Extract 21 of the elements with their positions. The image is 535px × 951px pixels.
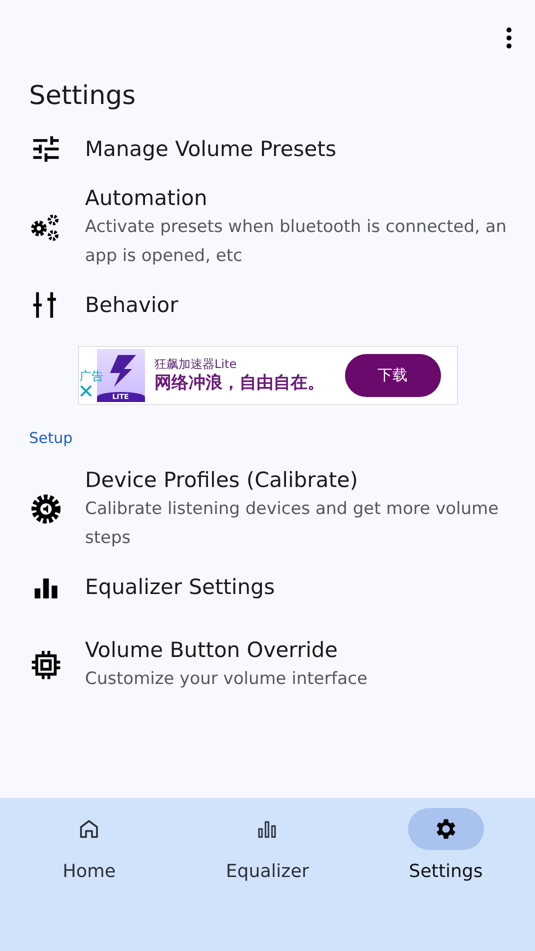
more-options-icon[interactable] xyxy=(505,26,513,50)
page-title: Settings xyxy=(29,80,137,113)
ad-label: 广告 xyxy=(80,369,104,383)
section-header: Setup xyxy=(28,428,74,449)
setting-title[interactable]: Volume Button Override xyxy=(85,635,368,665)
nav-tab[interactable]: Settings xyxy=(356,808,535,951)
close-icon[interactable] xyxy=(80,384,92,397)
speaker-gear-icon xyxy=(29,492,63,526)
nav-tab[interactable]: Home xyxy=(0,808,178,951)
setting-description: Activate presets when bluetooth is connected, an app is opened, etc xyxy=(85,216,508,268)
setting-title[interactable]: Manage Volume Presets xyxy=(85,134,336,164)
setting-title[interactable]: Device Profiles (Calibrate) xyxy=(85,464,513,494)
nav-tab[interactable]: Equalizer xyxy=(178,808,357,951)
setting-title[interactable]: Automation xyxy=(85,183,513,213)
setting-title[interactable]: Equalizer Settings xyxy=(85,572,275,602)
setting-description: Customize your volume interface xyxy=(85,668,368,691)
setting-title[interactable]: Behavior xyxy=(85,290,178,320)
ad-app-name: 狂飙加速器Lite xyxy=(154,357,238,372)
ad-slogan: 网络冲浪，自由自在。 xyxy=(154,372,324,394)
download-button[interactable]: 下载 xyxy=(344,354,440,397)
setting-description: Calibrate listening devices and get more volume steps xyxy=(85,498,500,550)
